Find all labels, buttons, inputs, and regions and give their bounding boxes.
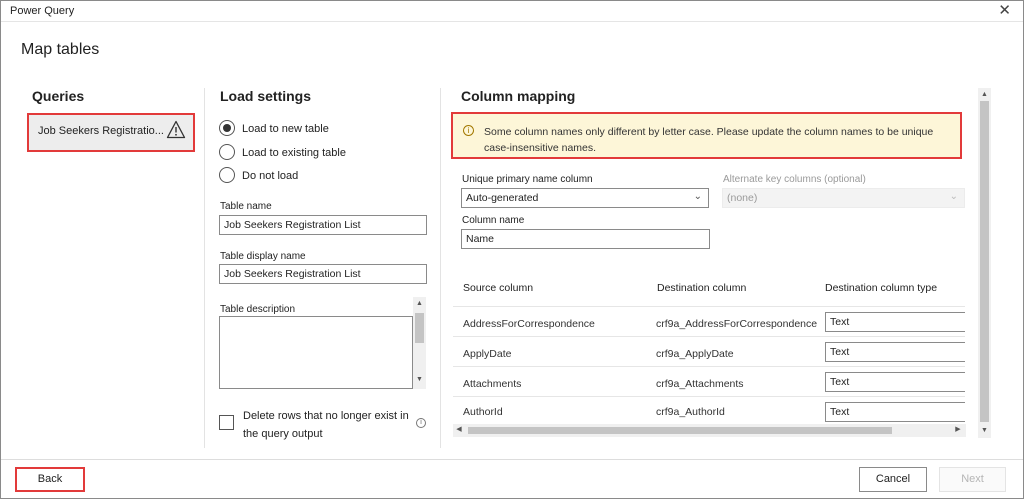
alternate-key-columns-value: (none)	[727, 192, 758, 204]
scroll-up-icon[interactable]: ▲	[978, 91, 991, 99]
query-item-label: Job Seekers Registratio...	[38, 125, 164, 137]
primary-name-column-select[interactable]: Auto-generated ⌄	[461, 188, 709, 208]
destination-cell: crf9a_AddressForCorrespondence	[656, 318, 818, 330]
scroll-down-icon[interactable]: ▼	[413, 376, 426, 384]
warning-banner: i Some column names only different by le…	[451, 112, 962, 159]
delete-rows-label-line2: the query output	[243, 428, 323, 440]
queries-divider	[204, 88, 205, 448]
type-input[interactable]: Text	[825, 372, 965, 392]
destination-cell: crf9a_ApplyDate	[656, 348, 734, 360]
next-button: Next	[939, 467, 1006, 492]
chevron-down-icon: ⌄	[949, 191, 958, 202]
title-bar: Power Query ✕	[1, 1, 1023, 22]
table-display-name-input[interactable]: Job Seekers Registration List	[219, 264, 427, 284]
type-input[interactable]: Text	[825, 402, 965, 422]
info-warning-icon: i	[463, 125, 474, 136]
primary-name-column-value: Auto-generated	[466, 192, 539, 204]
vertical-scrollbar-thumb[interactable]	[980, 101, 989, 422]
horizontal-scrollbar-thumb[interactable]	[468, 427, 892, 434]
scroll-down-icon[interactable]: ▼	[978, 427, 991, 435]
row-divider	[453, 306, 965, 307]
mapping-vertical-scrollbar[interactable]: ▲ ▼	[978, 88, 991, 438]
table-description-input[interactable]	[219, 316, 413, 389]
type-input[interactable]: Text	[825, 312, 965, 332]
destination-cell: crf9a_AuthorId	[656, 406, 725, 418]
scroll-up-icon[interactable]: ▲	[413, 300, 426, 308]
source-cell: ApplyDate	[463, 348, 512, 360]
load-settings-divider	[440, 88, 441, 448]
close-icon[interactable]: ✕	[998, 3, 1011, 19]
primary-name-column-label: Unique primary name column	[462, 174, 593, 185]
chevron-down-icon: ⌄	[693, 191, 702, 202]
footer-divider	[1, 459, 1023, 460]
table-name-input[interactable]: Job Seekers Registration List	[219, 215, 427, 235]
page-title: Map tables	[21, 41, 100, 58]
row-divider	[453, 366, 965, 367]
cancel-button[interactable]: Cancel	[859, 467, 927, 492]
source-cell: AuthorId	[463, 406, 503, 418]
delete-rows-label-line1: Delete rows that no longer exist in	[243, 410, 409, 422]
header-destination-column-type: Destination column type	[825, 282, 938, 294]
load-settings-heading: Load settings	[220, 88, 312, 104]
radio-load-new-table[interactable]	[219, 120, 235, 136]
source-cell: AddressForCorrespondence	[463, 318, 595, 330]
delete-rows-checkbox[interactable]	[219, 415, 234, 430]
column-name-input[interactable]: Name	[461, 229, 710, 249]
queries-heading: Queries	[32, 88, 85, 104]
table-description-label: Table description	[220, 304, 296, 315]
window-title: Power Query	[10, 5, 75, 17]
source-cell: Attachments	[463, 378, 522, 390]
warning-icon	[166, 120, 186, 139]
radio-do-not-load[interactable]	[219, 167, 235, 183]
query-item-job-seekers[interactable]: Job Seekers Registratio...	[27, 113, 195, 152]
row-divider	[453, 336, 965, 337]
table-name-label: Table name	[220, 201, 272, 212]
back-button[interactable]: Back	[15, 467, 85, 492]
warning-banner-text: Some column names only different by lett…	[484, 126, 934, 154]
table-display-name-label: Table display name	[220, 251, 306, 262]
column-mapping-heading: Column mapping	[461, 88, 576, 104]
header-source-column: Source column	[463, 282, 534, 294]
alternate-key-columns-select: (none) ⌄	[722, 188, 965, 208]
header-destination-column: Destination column	[657, 282, 747, 294]
description-scrollbar-thumb[interactable]	[415, 313, 424, 343]
destination-cell: crf9a_Attachments	[656, 378, 744, 390]
description-scrollbar[interactable]: ▲ ▼	[413, 297, 426, 389]
scroll-right-icon[interactable]: ▶	[954, 426, 962, 434]
alternate-key-columns-label: Alternate key columns (optional)	[723, 174, 866, 185]
type-input[interactable]: Text	[825, 342, 965, 362]
row-divider	[453, 396, 965, 397]
radio-load-existing-table[interactable]	[219, 144, 235, 160]
radio-do-not-load-label: Do not load	[242, 170, 299, 182]
info-icon[interactable]: i	[416, 418, 426, 428]
mapping-horizontal-scrollbar[interactable]: ◀ ▶	[453, 424, 966, 437]
column-name-label: Column name	[462, 215, 525, 226]
scroll-left-icon[interactable]: ◀	[455, 426, 463, 434]
radio-load-new-table-label: Load to new table	[242, 123, 329, 135]
radio-load-existing-table-label: Load to existing table	[242, 147, 346, 159]
